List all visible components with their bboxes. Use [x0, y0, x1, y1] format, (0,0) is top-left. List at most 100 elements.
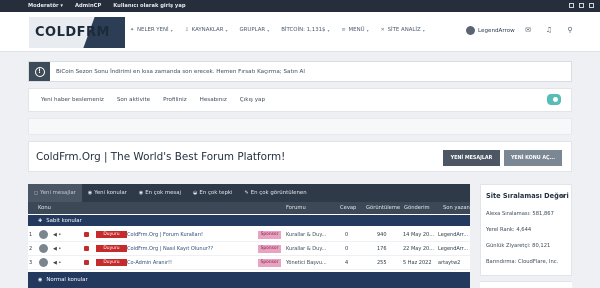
staffbar-icons — [569, 3, 594, 8]
subnav-latest-activity[interactable]: Son aktivite — [117, 97, 150, 103]
flag-icon[interactable] — [579, 3, 584, 8]
tab-most-viewed[interactable]: ✎ En çok görüntülenen — [239, 184, 313, 202]
download-icon: ⇩ — [184, 26, 189, 33]
nav-label: SİTE ANALİZ — [387, 27, 421, 33]
grid-icon[interactable] — [569, 3, 574, 8]
tab-new-topics[interactable]: ◉ Yeni konular — [82, 184, 133, 202]
username: LegendArrow — [478, 27, 515, 34]
thread-title[interactable]: ColdFrm.Org | Nasıl Kayıt Olunur?? — [127, 246, 213, 252]
button-label: YENİ KONU AÇ... — [510, 155, 556, 161]
view-count: 176 — [377, 246, 387, 252]
nav-resources[interactable]: ⇩ KAYNAKLAR ▾ — [185, 27, 228, 33]
daily-visitors: Günlük Ziyaretçi: 80,121 — [486, 243, 551, 249]
new-messages-button[interactable]: YENİ MESAJLAR — [443, 150, 500, 166]
post-date: 22 May 20... — [403, 246, 435, 252]
table-row[interactable]: 2 ◀ • Duyuru ColdFrm.Org | Nasıl Kayıt O… — [28, 242, 470, 256]
table-row[interactable]: 1 ◀ • Duyuru ColdFrm.Org | Forum Kuralla… — [28, 228, 470, 242]
subnav-profile[interactable]: Profiliniz — [163, 97, 187, 103]
forum-link[interactable]: Kurallar & Duy... — [286, 232, 326, 238]
row-number: 3 — [29, 260, 33, 266]
chevron-down-icon: ▾ — [225, 27, 228, 33]
announcement-badge: Duyuru — [96, 245, 127, 252]
alexa-rank: Alexa Sıralaması: 581,867 — [486, 211, 554, 217]
subnav-account[interactable]: Hesabınız — [200, 97, 227, 103]
thread-title[interactable]: Co-Admin Aranır!! — [127, 260, 172, 266]
col-forum[interactable]: Forumu — [286, 205, 306, 211]
table-row[interactable]: 3 ◀ • Duyuru Co-Admin Aranır!! Sponsor Y… — [28, 256, 470, 270]
site-logo[interactable]: COLDFRM — [29, 17, 125, 48]
speaker-icon: ◀ • — [53, 232, 62, 238]
admincp-link[interactable]: AdminCP — [75, 3, 101, 9]
hosting: Barındırma: CloudFlare, Inc. — [486, 259, 559, 265]
announcement-badge: Duyuru — [96, 259, 127, 266]
main-nav: ✦ NELER YENİ ▾ ⇩ KAYNAKLAR ▾ GRUPLAR ▾ BİTCOİ… — [130, 27, 437, 33]
col-views[interactable]: Görüntüleme — [366, 205, 400, 211]
logo-text: COLDFRM — [35, 25, 110, 40]
tab-most-messages[interactable]: ◉ En çok mesaj — [133, 184, 187, 202]
bell-icon[interactable]: ♫ — [545, 26, 553, 34]
forum-link[interactable]: Yönetici Başvu... — [286, 260, 327, 266]
section-label: Normal konular — [46, 277, 88, 283]
bell-icon[interactable] — [589, 3, 594, 8]
nav-bitcoin[interactable]: BİTCOİN: 1,131$ ▾ — [281, 27, 329, 33]
wrench-icon: ✕ — [380, 26, 385, 33]
chevron-down-icon: ▾ — [327, 27, 330, 33]
col-topic[interactable]: Konu — [38, 205, 51, 211]
badge-icon — [84, 232, 89, 237]
new-topic-button[interactable]: YENİ KONU AÇ... — [504, 150, 562, 166]
style-toggle[interactable] — [547, 94, 561, 105]
tab-most-reactions[interactable]: ◒ En çok tepki — [187, 184, 238, 202]
nav-label: MENÜ — [348, 27, 365, 33]
avatar[interactable] — [39, 258, 48, 267]
forum-link[interactable]: Kurallar & Duy... — [286, 246, 326, 252]
sponsor-badge: Sponsor — [258, 259, 281, 267]
sponsor-badge: Sponsor — [258, 231, 281, 239]
badge-icon — [84, 260, 89, 265]
login-as-link[interactable]: Kullanıcı olarak giriş yap — [113, 3, 185, 9]
nav-label: GRUPLAR — [239, 27, 266, 33]
avatar[interactable] — [39, 244, 48, 253]
announcement-badge: Duyuru — [96, 231, 127, 238]
notice-text[interactable]: BiCoin Sezon Sonu İndirimi en kısa zaman… — [56, 69, 305, 75]
user-menu[interactable]: LegendArrow — [466, 26, 515, 35]
row-number: 1 — [29, 232, 33, 238]
badge-icon — [84, 246, 89, 251]
last-poster[interactable]: LegendArr... — [438, 246, 468, 252]
subnav-logout[interactable]: Çıkış yap — [240, 97, 265, 103]
avatar[interactable] — [39, 230, 48, 239]
reply-count: 0 — [345, 232, 349, 238]
avatar — [466, 26, 475, 35]
tab-label: En çok görüntülenen — [250, 190, 307, 196]
nav-menu[interactable]: ≡ MENÜ ▾ — [342, 27, 369, 33]
envelope-icon[interactable]: ✉ — [524, 26, 532, 34]
subnav-news-feed[interactable]: Yeni haber beslemeniz — [41, 97, 104, 103]
button-label: YENİ MESAJLAR — [450, 155, 493, 161]
chevron-down-icon: ▾ — [422, 27, 425, 33]
col-posted[interactable]: Gönderim — [404, 205, 430, 211]
widget-tabs: ◻ Yeni mesajlar ◉ Yeni konular ◉ En çok mes… — [28, 184, 470, 202]
nav-whats-new[interactable]: ✦ NELER YENİ ▾ — [130, 27, 173, 33]
nav-label: NELER YENİ — [137, 27, 169, 33]
last-poster[interactable]: LegendArr... — [438, 232, 468, 238]
nav-groups[interactable]: GRUPLAR ▾ — [240, 27, 270, 33]
search-icon[interactable]: ⚲ — [566, 26, 574, 34]
reply-count: 4 — [345, 260, 349, 266]
page-title: ColdFrm.Org | The World's Best Forum Pla… — [36, 151, 286, 163]
tab-new-messages[interactable]: ◻ Yeni mesajlar — [28, 184, 82, 202]
col-last-poster[interactable]: Son yazan — [443, 205, 470, 211]
tab-label: En çok tepki — [199, 190, 233, 196]
widget-title: Site Sıralaması Değeri — [486, 192, 569, 200]
site-rank-widget: Site Sıralaması Değeri ▲ Alexa Sıralamas… — [480, 184, 572, 276]
notice-banner: ! BiCoin Sezon Sonu İndirimi en kısa zam… — [28, 61, 572, 82]
col-replies[interactable]: Cevap — [340, 205, 356, 211]
latest-threads-widget: ◻ Yeni mesajlar ◉ Yeni konular ◉ En çok mes… — [28, 184, 470, 288]
pencil-icon: ✎ — [244, 190, 249, 196]
reply-count: 0 — [345, 246, 349, 252]
chevron-up-icon[interactable]: ▲ — [561, 193, 565, 199]
tab-label: En çok mesaj — [145, 190, 182, 196]
last-poster[interactable]: artaytw2 — [438, 260, 460, 266]
nav-site-analysis[interactable]: ✕ SİTE ANALİZ ▾ — [381, 27, 425, 33]
moderator-menu[interactable]: Moderatör ▾ — [28, 3, 63, 9]
thread-title[interactable]: ColdFrm.Org | Forum Kuralları! — [127, 232, 203, 238]
chat-icon: ◻ — [34, 190, 39, 196]
